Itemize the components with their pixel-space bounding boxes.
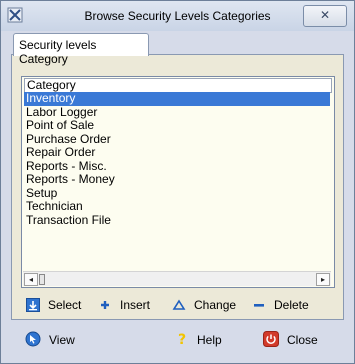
insert-label: Insert (120, 298, 151, 312)
scroll-left-arrow[interactable]: ◂ (24, 273, 38, 286)
chevron-right-icon: ▸ (320, 275, 325, 284)
select-label: Select (48, 298, 82, 312)
help-icon: ? (177, 331, 189, 350)
help-label: Help (197, 333, 222, 347)
minus-icon (252, 298, 266, 312)
tab-label: Security levels Category (19, 38, 97, 66)
dialog-window: Browse Security Levels Categories ✕ Secu… (0, 0, 355, 364)
list-item[interactable]: Transaction File (24, 213, 330, 228)
help-button[interactable]: ? Help (177, 330, 222, 350)
close-label: Close (287, 333, 318, 347)
horizontal-scrollbar[interactable]: ◂ ▸ (23, 271, 331, 286)
delete-button[interactable]: Delete (252, 296, 309, 314)
list-item[interactable]: Labor Logger (24, 105, 330, 120)
view-label: View (49, 333, 75, 347)
view-icon (25, 331, 41, 350)
plus-icon (98, 298, 112, 312)
list-item[interactable]: Inventory (24, 91, 330, 106)
bottom-toolbar: View ? Help Close (1, 321, 354, 363)
close-icon: ✕ (319, 8, 331, 22)
window-title: Browse Security Levels Categories (84, 9, 271, 23)
list-rows: Inventory Labor Logger Point of Sale Purcha… (24, 91, 330, 228)
list-item[interactable]: Technician (24, 199, 330, 214)
window-close-button[interactable]: ✕ (303, 5, 347, 27)
chevron-left-icon: ◂ (28, 275, 33, 284)
select-button[interactable]: Select (26, 296, 81, 314)
change-button[interactable]: Change (172, 296, 236, 314)
list-item[interactable]: Point of Sale (24, 118, 330, 133)
scroll-thumb[interactable] (39, 274, 45, 285)
tab-security-levels-category[interactable]: Security levels Category (13, 33, 149, 66)
triangle-up-icon (172, 298, 186, 312)
scroll-right-arrow[interactable]: ▸ (316, 273, 330, 286)
category-list[interactable]: Category Inventory Labor Logger Point of S… (21, 76, 335, 288)
list-item[interactable]: Reports - Money (24, 172, 330, 187)
list-item[interactable]: Setup (24, 186, 330, 201)
change-label: Change (194, 298, 237, 312)
tab-panel: Category Inventory Labor Logger Point of S… (11, 54, 344, 320)
title-bar: Browse Security Levels Categories ✕ (1, 1, 354, 31)
insert-button[interactable]: Insert (98, 296, 150, 314)
delete-label: Delete (274, 298, 309, 312)
close-button[interactable]: Close (263, 330, 318, 350)
list-item[interactable]: Purchase Order (24, 132, 330, 147)
list-item[interactable]: Repair Order (24, 145, 330, 160)
select-arrow-icon (26, 298, 40, 312)
list-item[interactable]: Reports - Misc. (24, 159, 330, 174)
power-icon (263, 330, 279, 350)
view-button[interactable]: View (25, 330, 75, 350)
svg-text:?: ? (178, 332, 186, 347)
